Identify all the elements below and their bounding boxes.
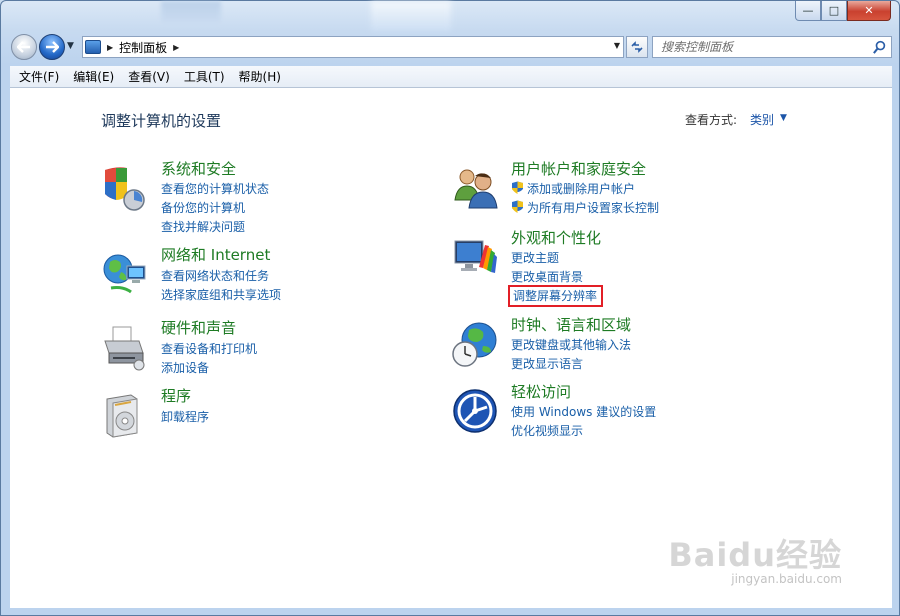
appearance-monitor-icon[interactable] [451,233,499,281]
category-title[interactable]: 系统和安全 [161,158,236,179]
navigation-bar: ▼ ▶ 控制面板 ▶ ▼ [9,32,893,62]
menu-view[interactable]: 查看(V) [121,68,177,85]
link-view-computer-status[interactable]: 查看您的计算机状态 [161,180,269,197]
link-find-fix-problems[interactable]: 查找并解决问题 [161,218,245,235]
caption-buttons: — □ ✕ [795,1,891,21]
shield-icon[interactable] [101,164,149,212]
menu-edit[interactable]: 编辑(E) [66,68,121,85]
globe-clock-icon[interactable] [451,320,499,368]
link-change-keyboard-input[interactable]: 更改键盘或其他输入法 [511,336,631,353]
category-title[interactable]: 用户帐户和家庭安全 [511,158,646,179]
link-homegroup-sharing[interactable]: 选择家庭组和共享选项 [161,286,281,303]
breadcrumb-separator-icon[interactable]: ▶ [107,43,113,52]
category-title[interactable]: 轻松访问 [511,381,571,402]
printer-icon[interactable] [101,323,149,371]
category-title[interactable]: 时钟、语言和区域 [511,314,631,335]
forward-arrow-icon [46,41,59,53]
view-by-label: 查看方式: [685,113,738,127]
watermark-logo: Baidu经验 [668,536,842,574]
view-by-chevron-down-icon[interactable]: ▼ [780,113,787,123]
link-change-display-language[interactable]: 更改显示语言 [511,355,583,372]
programs-box-icon[interactable] [101,391,149,439]
link-label: 添加或删除用户帐户 [527,182,636,196]
recent-pages-dropdown[interactable]: ▼ [67,41,74,51]
link-add-device[interactable]: 添加设备 [161,359,209,376]
back-arrow-icon [17,41,30,53]
link-uninstall-program[interactable]: 卸载程序 [161,408,209,425]
breadcrumb-separator-icon[interactable]: ▶ [173,43,179,52]
menu-help[interactable]: 帮助(H) [232,68,288,85]
ease-of-access-icon[interactable] [451,387,499,435]
search-input[interactable] [661,40,861,54]
view-by-dropdown[interactable]: 类别 [750,111,774,128]
content-area: 调整计算机的设置 查看方式: 类别 ▼ 系统和安全 查看您的计算机状态 备份您的… [10,88,892,608]
link-label: 为所有用户设置家长控制 [527,201,660,215]
category-title[interactable]: 程序 [161,385,191,406]
address-dropdown-icon[interactable]: ▼ [614,41,620,50]
link-windows-recommended-settings[interactable]: 使用 Windows 建议的设置 [511,403,656,420]
back-button[interactable] [11,34,37,60]
titlebar-background-blur [371,1,451,31]
link-network-status[interactable]: 查看网络状态和任务 [161,267,269,284]
link-adjust-screen-resolution[interactable]: 调整屏幕分辨率 [508,285,604,307]
users-icon[interactable] [451,164,499,212]
minimize-button[interactable]: — [795,1,821,21]
page-title: 调整计算机的设置 [101,112,222,130]
close-button[interactable]: ✕ [847,1,891,21]
menu-tools[interactable]: 工具(T) [177,68,232,85]
link-add-remove-accounts[interactable]: 添加或删除用户帐户 [511,180,635,197]
menu-file[interactable]: 文件(F) [12,68,66,85]
category-title[interactable]: 外观和个性化 [511,227,601,248]
link-change-theme[interactable]: 更改主题 [511,249,559,266]
control-panel-window: — □ ✕ ▼ ▶ 控制面板 ▶ ▼ 搜索控制面板 文件(F) 编辑(E) 查看… [0,0,900,616]
network-globe-icon[interactable] [101,250,149,298]
category-title[interactable]: 网络和 Internet [161,244,270,265]
uac-shield-icon [512,181,523,194]
breadcrumb-control-panel[interactable]: 控制面板 [119,39,167,56]
maximize-button[interactable]: □ [821,1,847,21]
link-optimize-visual-display[interactable]: 优化视频显示 [511,422,583,439]
control-panel-icon [85,40,101,54]
search-icon[interactable] [872,40,887,55]
search-box[interactable] [652,36,892,58]
uac-shield-icon [512,200,523,213]
link-parental-controls[interactable]: 为所有用户设置家长控制 [511,199,659,216]
refresh-button[interactable] [626,36,648,58]
link-devices-printers[interactable]: 查看设备和打印机 [161,340,257,357]
refresh-icon [631,41,643,53]
category-title[interactable]: 硬件和声音 [161,317,236,338]
titlebar-background-blur [161,1,221,23]
address-bar[interactable]: ▶ 控制面板 ▶ ▼ [82,36,624,58]
menu-bar: 文件(F) 编辑(E) 查看(V) 工具(T) 帮助(H) [10,66,892,88]
link-change-desktop-background[interactable]: 更改桌面背景 [511,268,583,285]
link-backup-computer[interactable]: 备份您的计算机 [161,199,245,216]
forward-button[interactable] [39,34,65,60]
baidu-watermark: Baidu经验 jingyan.baidu.com [668,530,842,586]
